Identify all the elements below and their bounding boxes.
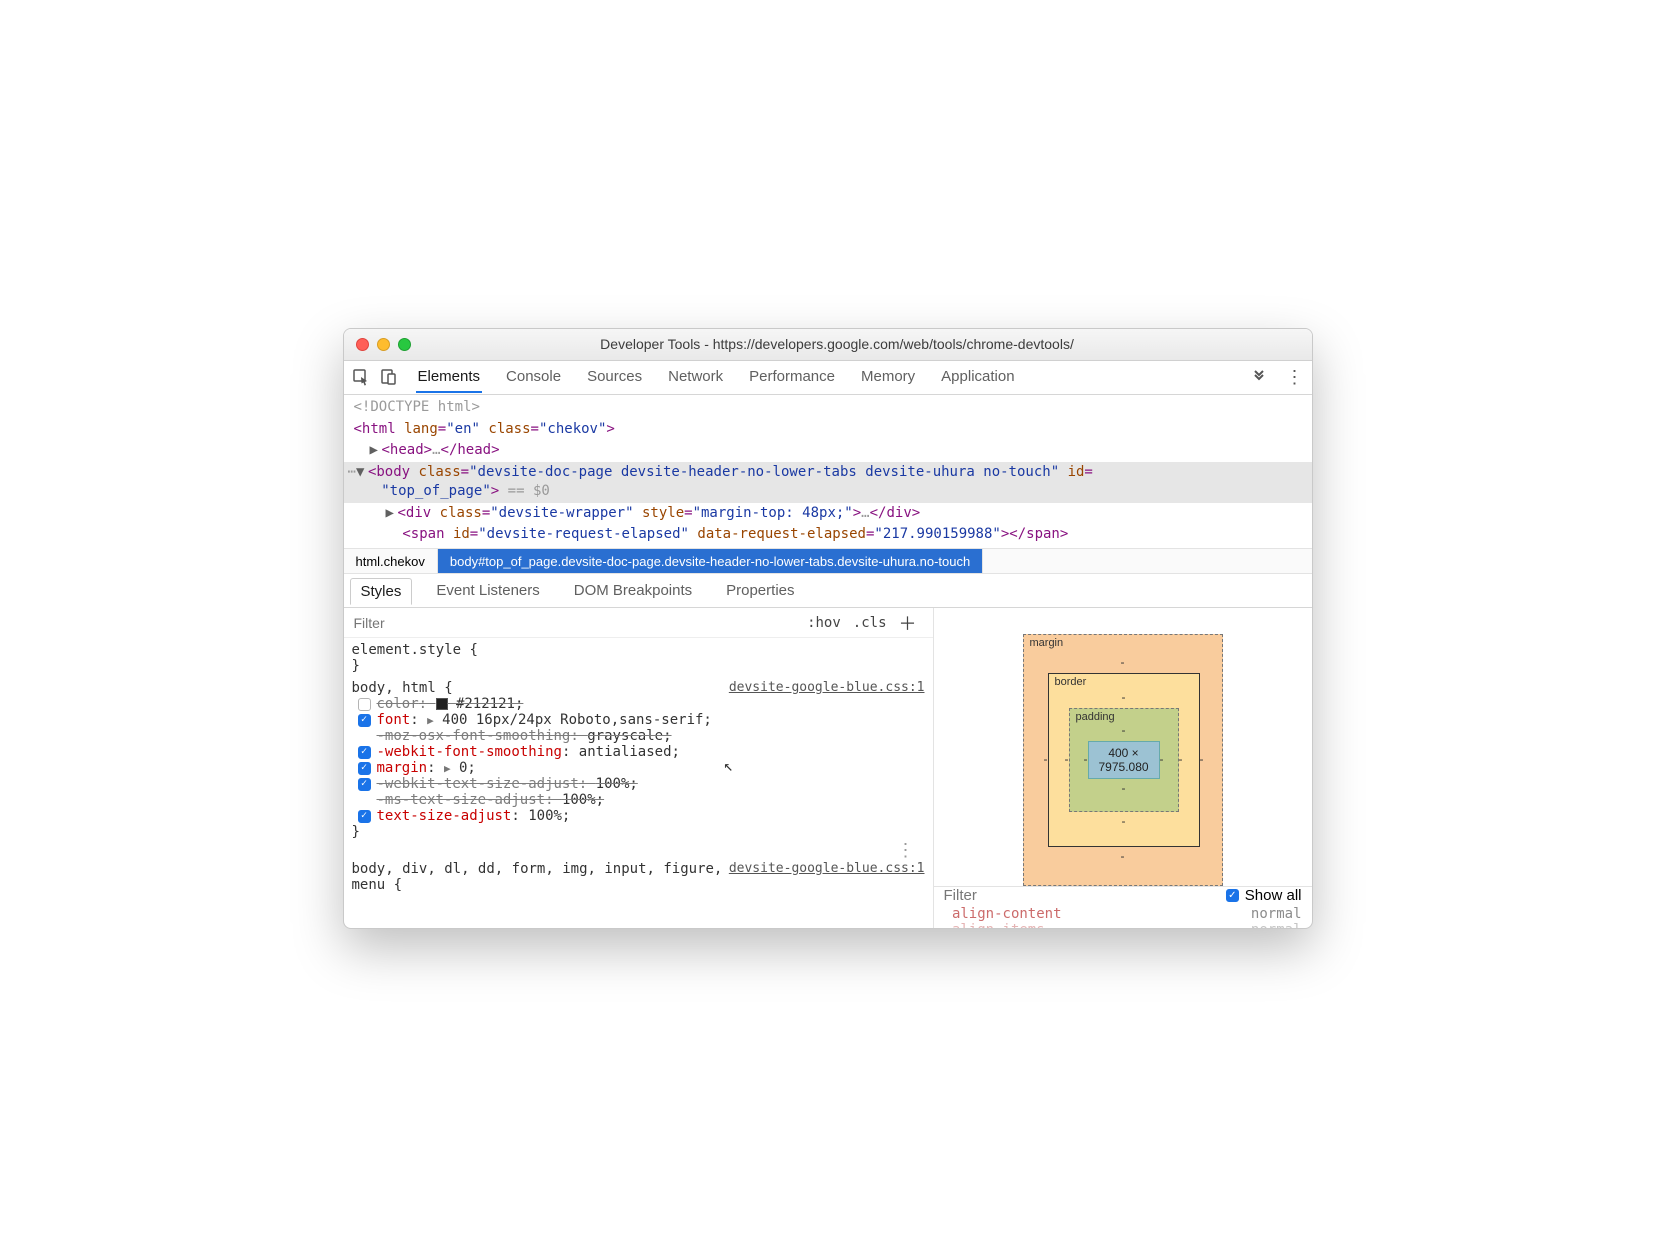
- close-window-button[interactable]: [356, 338, 369, 351]
- tab-console[interactable]: Console: [504, 362, 563, 392]
- box-model[interactable]: margin - - border - - padding - -: [934, 608, 1312, 886]
- device-toggle-icon[interactable]: [380, 368, 398, 386]
- computed-panel: margin - - border - - padding - -: [934, 608, 1312, 928]
- main-toolbar: Elements Console Sources Network Perform…: [344, 361, 1312, 395]
- stylesheet-link[interactable]: devsite-google-blue.css:1: [729, 680, 925, 695]
- color-swatch-icon[interactable]: [436, 698, 448, 710]
- style-property[interactable]: -webkit-text-size-adjust: 100%;: [352, 776, 925, 792]
- styles-computed-split: :hov .cls ＋ element.style { } body, html…: [344, 608, 1312, 928]
- expand-icon[interactable]: ▶: [370, 441, 382, 461]
- breadcrumb-item-selected[interactable]: body#top_of_page.devsite-doc-page.devsit…: [438, 549, 983, 573]
- style-property[interactable]: font: ▶ 400 16px/24px Roboto,sans-serif;: [352, 712, 925, 728]
- style-property[interactable]: -ms-text-size-adjust: 100%;: [352, 792, 925, 808]
- style-property[interactable]: margin: ▶ 0;: [352, 760, 925, 776]
- rule-selector[interactable]: element.style {: [352, 642, 925, 658]
- style-property[interactable]: -moz-osx-font-smoothing: grayscale;: [352, 728, 925, 744]
- property-toggle-checkbox[interactable]: [358, 698, 371, 711]
- minimize-window-button[interactable]: [377, 338, 390, 351]
- subtab-properties[interactable]: Properties: [716, 578, 804, 603]
- inspect-element-icon[interactable]: [352, 368, 370, 386]
- zoom-window-button[interactable]: [398, 338, 411, 351]
- tab-memory[interactable]: Memory: [859, 362, 917, 392]
- subtab-event-listeners[interactable]: Event Listeners: [426, 578, 549, 603]
- property-toggle-checkbox[interactable]: [358, 746, 371, 759]
- show-all-checkbox[interactable]: [1226, 889, 1239, 902]
- show-all-label[interactable]: Show all: [1245, 887, 1302, 904]
- cls-toggle[interactable]: .cls: [847, 615, 893, 631]
- new-style-rule-button[interactable]: ＋: [893, 610, 923, 636]
- dom-line[interactable]: ▶<div class="devsite-wrapper" style="mar…: [344, 503, 1312, 525]
- dom-line-selected[interactable]: ⋯▼<body class="devsite-doc-page devsite-…: [344, 462, 1312, 503]
- dom-line[interactable]: <!DOCTYPE html>: [344, 397, 1312, 419]
- sidebar-subtabs: Styles Event Listeners DOM Breakpoints P…: [344, 574, 1312, 608]
- computed-properties[interactable]: align-content normal align-items normal: [934, 904, 1312, 929]
- dom-line[interactable]: <span id="devsite-request-elapsed" data-…: [344, 524, 1312, 546]
- mouse-cursor-icon: ↖: [724, 756, 734, 775]
- property-toggle-checkbox[interactable]: [358, 778, 371, 791]
- dom-line[interactable]: <html lang="en" class="chekov">: [344, 419, 1312, 441]
- expand-shorthand-icon[interactable]: ▶: [427, 714, 434, 727]
- expand-icon[interactable]: ▶: [386, 504, 398, 524]
- styles-panel: :hov .cls ＋ element.style { } body, html…: [344, 608, 934, 928]
- breadcrumb-item[interactable]: html.chekov: [344, 549, 438, 573]
- styles-rules[interactable]: element.style { } body, html { devsite-g…: [344, 638, 933, 928]
- subtab-dom-breakpoints[interactable]: DOM Breakpoints: [564, 578, 702, 603]
- window-controls: [344, 338, 423, 351]
- elements-tree[interactable]: <!DOCTYPE html> <html lang="en" class="c…: [344, 395, 1312, 548]
- box-model-margin-label: margin: [1030, 637, 1064, 649]
- computed-filter-row: Filter Show all: [934, 886, 1312, 904]
- styles-filter-row: :hov .cls ＋: [344, 608, 933, 638]
- tab-elements[interactable]: Elements: [416, 362, 483, 393]
- expand-shorthand-icon[interactable]: ▶: [444, 762, 451, 775]
- styles-filter-input[interactable]: [354, 615, 434, 631]
- tab-application[interactable]: Application: [939, 362, 1016, 392]
- more-tabs-icon[interactable]: [1250, 368, 1268, 386]
- subtab-styles[interactable]: Styles: [350, 578, 413, 605]
- breadcrumb: html.chekov body#top_of_page.devsite-doc…: [344, 548, 1312, 574]
- box-model-border-label: border: [1055, 676, 1087, 688]
- kebab-menu-icon[interactable]: ⋮: [1286, 368, 1304, 386]
- tab-sources[interactable]: Sources: [585, 362, 644, 392]
- style-property[interactable]: -webkit-font-smoothing: antialiased;: [352, 744, 925, 760]
- hov-toggle[interactable]: :hov: [801, 615, 847, 631]
- titlebar: Developer Tools - https://developers.goo…: [344, 329, 1312, 361]
- rule-header[interactable]: devsite-google-blue.css:1 body, div, dl,…: [352, 861, 925, 893]
- window-title: Developer Tools - https://developers.goo…: [423, 336, 1312, 352]
- rule-header[interactable]: body, html { devsite-google-blue.css:1: [352, 680, 925, 696]
- tab-performance[interactable]: Performance: [747, 362, 837, 392]
- box-model-content: 400 × 7975.080: [1088, 741, 1160, 779]
- tab-network[interactable]: Network: [666, 362, 725, 392]
- stylesheet-link[interactable]: devsite-google-blue.css:1: [729, 861, 925, 876]
- rule-more-menu-icon[interactable]: ⋮: [352, 840, 925, 861]
- devtools-window: Developer Tools - https://developers.goo…: [343, 328, 1313, 929]
- property-toggle-checkbox[interactable]: [358, 714, 371, 727]
- computed-property[interactable]: align-content normal: [944, 906, 1302, 922]
- box-model-padding-label: padding: [1076, 711, 1115, 723]
- computed-filter-label[interactable]: Filter: [944, 887, 1226, 904]
- computed-property[interactable]: align-items normal: [944, 922, 1302, 929]
- dom-line[interactable]: ▶<head>…</head>: [344, 440, 1312, 462]
- style-property[interactable]: text-size-adjust: 100%;: [352, 808, 925, 824]
- property-toggle-checkbox[interactable]: [358, 762, 371, 775]
- property-toggle-checkbox[interactable]: [358, 810, 371, 823]
- style-property[interactable]: color: #212121;: [352, 696, 925, 712]
- collapse-icon[interactable]: ▼: [356, 463, 368, 483]
